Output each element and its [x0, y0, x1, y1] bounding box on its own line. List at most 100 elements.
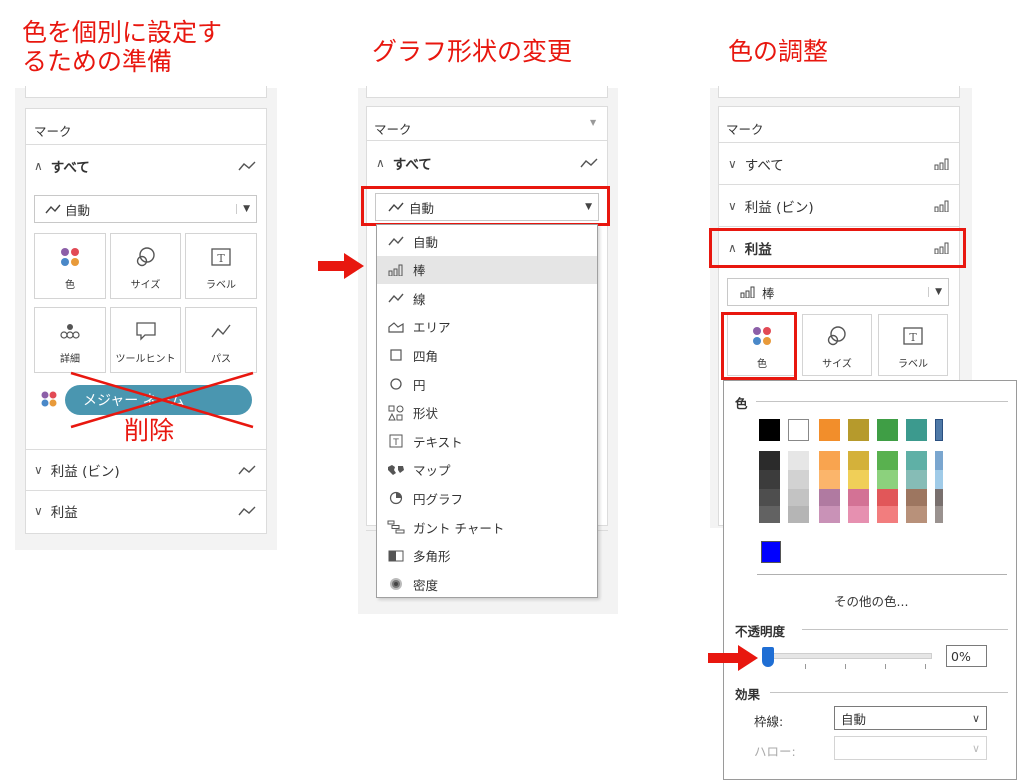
color-swatch[interactable] — [788, 489, 809, 506]
color-swatch[interactable] — [759, 506, 780, 523]
line-icon — [45, 204, 61, 214]
menu-item-label: 自動 — [413, 234, 439, 250]
tooltip-button[interactable]: ツールヒント — [110, 307, 181, 373]
menu-item[interactable]: T テキスト — [377, 427, 597, 455]
color-swatch[interactable] — [877, 419, 898, 441]
color-swatch[interactable] — [848, 489, 869, 506]
border-label: 枠線: — [754, 714, 784, 729]
size-button[interactable]: サイズ — [802, 314, 872, 376]
color-swatch[interactable] — [759, 470, 780, 489]
color-swatch[interactable] — [848, 506, 869, 523]
color-swatch[interactable] — [848, 470, 869, 489]
menu-item[interactable]: 自動 — [377, 227, 597, 255]
menu-item[interactable]: 四角 — [377, 341, 597, 369]
more-colors-link[interactable]: その他の色... — [834, 591, 908, 610]
mark-type-dropdown[interactable]: 棒 ▼ — [727, 278, 949, 306]
detail-button[interactable]: 詳細 — [34, 307, 106, 373]
line-mark-icon — [580, 154, 598, 173]
color-swatch[interactable] — [906, 506, 927, 523]
heading-prepare-colors: 色を個別に設定す るための準備 — [22, 18, 223, 76]
profit-bin-row[interactable]: ∨ 利益 (ビン) — [34, 458, 256, 482]
path-button[interactable]: パス — [185, 307, 257, 373]
line-mark-icon — [238, 502, 256, 521]
mark-type-value: 自動 — [65, 202, 91, 218]
profit-row[interactable]: ∨ 利益 — [34, 499, 256, 523]
color-swatch[interactable] — [848, 419, 869, 441]
menu-item[interactable]: 円 — [377, 370, 597, 398]
line-icon — [388, 202, 404, 212]
menu-item[interactable]: 形状 — [377, 399, 597, 427]
color-swatch[interactable] — [906, 451, 927, 470]
text-label-icon: T — [211, 248, 231, 266]
color-swatch[interactable] — [877, 506, 898, 523]
opacity-value-field[interactable]: 0% — [946, 645, 987, 667]
menu-item[interactable]: 多角形 — [377, 542, 597, 570]
color-swatch[interactable] — [759, 489, 780, 506]
line-icon — [385, 292, 407, 304]
all-row[interactable]: ∨ すべて — [728, 152, 950, 176]
menu-item-label: テキスト — [413, 434, 463, 450]
color-button[interactable]: 色 — [34, 233, 106, 299]
opacity-value: 0% — [951, 648, 971, 664]
slider-ticks — [766, 664, 936, 670]
color-swatch[interactable] — [877, 451, 898, 470]
pie-icon — [385, 491, 407, 505]
menu-item[interactable]: ガント チャート — [377, 513, 597, 541]
color-swatch[interactable] — [935, 506, 943, 523]
color-popup: 色 その他の色... 不透明度 0% 効果 枠線: 自動 ∨ ハロー: ∨ — [723, 380, 1017, 780]
label-button[interactable]: T ラベル — [878, 314, 948, 376]
color-swatch[interactable] — [788, 506, 809, 523]
color-swatch[interactable] — [906, 489, 927, 506]
border-select[interactable]: 自動 ∨ — [834, 706, 987, 730]
mark-type-dropdown[interactable]: 自動 ▼ — [375, 193, 599, 221]
color-swatch[interactable] — [935, 451, 943, 470]
color-swatch[interactable] — [788, 451, 809, 470]
color-swatch[interactable] — [819, 451, 840, 470]
menu-item[interactable]: 密度 — [377, 570, 597, 598]
mark-type-menu: 自動棒線エリア 四角円形状 T テキストマップ円グラフ ガント チャート多角形密度 — [376, 224, 598, 598]
chevron-down-icon: ∨ — [34, 504, 43, 518]
heading-adjust-color: 色の調整 — [728, 37, 829, 66]
size-button[interactable]: サイズ — [110, 233, 181, 299]
color-swatch[interactable] — [788, 419, 809, 441]
color-swatch[interactable] — [906, 419, 927, 441]
menu-item[interactable]: エリア — [377, 313, 597, 341]
all-label: すべて — [392, 157, 432, 173]
color-swatch[interactable] — [877, 470, 898, 489]
red-arrow-icon — [318, 253, 364, 279]
all-row[interactable]: ∧ すべて — [34, 154, 256, 178]
label-button[interactable]: T ラベル — [185, 233, 257, 299]
menu-item[interactable]: 棒 — [377, 255, 597, 284]
color-swatch[interactable] — [819, 506, 840, 523]
color-swatch[interactable] — [848, 451, 869, 470]
chevron-down-icon: ∨ — [728, 199, 737, 213]
mark-type-dropdown[interactable]: 自動 ▼ — [34, 195, 257, 223]
color-swatch[interactable] — [819, 470, 840, 489]
dropdown-arrow-icon: ▼ — [585, 202, 592, 212]
all-row[interactable]: ∧ すべて — [376, 151, 598, 175]
svg-text:T: T — [392, 438, 399, 448]
profit-bin-row[interactable]: ∨ 利益 (ビン) — [728, 194, 950, 218]
halo-label: ハロー: — [754, 744, 796, 759]
color-swatch[interactable] — [935, 470, 943, 489]
extra-color-swatch[interactable] — [761, 541, 781, 563]
color-swatch[interactable] — [877, 489, 898, 506]
color-swatch[interactable] — [759, 451, 780, 470]
opacity-slider-track[interactable] — [764, 653, 932, 659]
menu-item-label: マップ — [413, 463, 451, 479]
menu-item[interactable]: 円グラフ — [377, 484, 597, 512]
menu-item[interactable]: 線 — [377, 284, 597, 312]
mark-type-value: 自動 — [409, 200, 435, 216]
color-swatch[interactable] — [759, 419, 780, 441]
text-label-icon: T — [903, 327, 923, 345]
menu-item-label: 多角形 — [413, 549, 451, 565]
color-swatch[interactable] — [819, 489, 840, 506]
menu-item[interactable]: マップ — [377, 456, 597, 484]
color-swatch[interactable] — [906, 470, 927, 489]
color-swatch[interactable] — [935, 489, 943, 506]
color-swatch[interactable] — [819, 419, 840, 441]
color-swatch[interactable] — [935, 419, 943, 441]
color-section-label: 色 — [735, 396, 748, 411]
color-swatch[interactable] — [788, 470, 809, 489]
color-dots-icon — [61, 248, 79, 266]
